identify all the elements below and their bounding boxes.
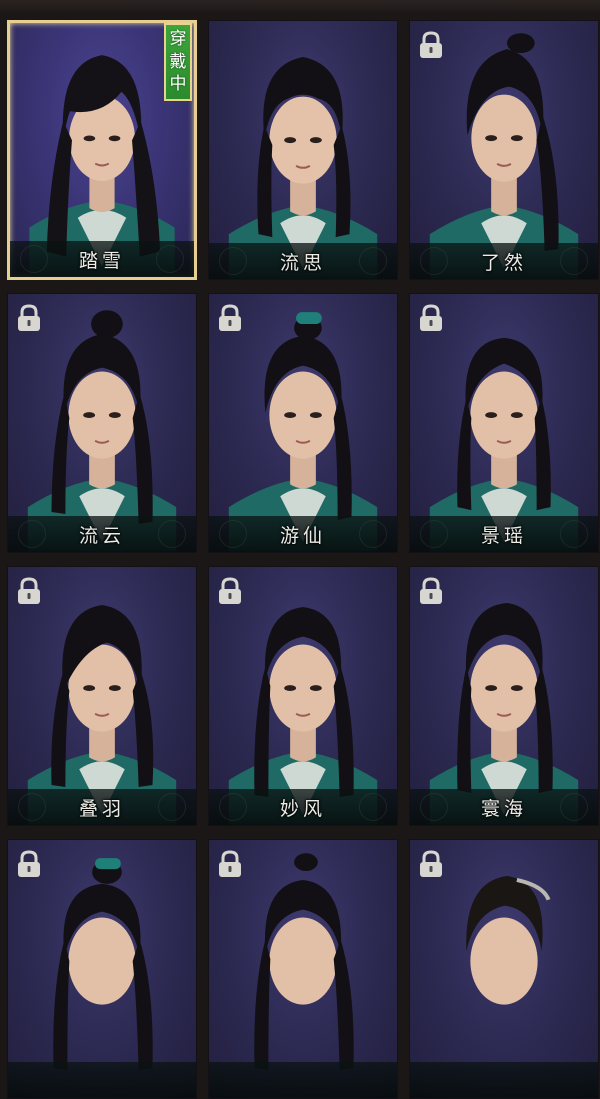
ornament-icon: [560, 247, 588, 275]
lock-icon: [18, 850, 40, 877]
ornament-icon: [20, 245, 48, 273]
lock-icon: [219, 850, 241, 877]
hairstyle-name: 流云: [78, 524, 125, 547]
card-name-bar: 游仙: [209, 516, 397, 552]
portrait-image: [429, 337, 579, 552]
card-name-bar: 妙风: [209, 789, 397, 825]
hairstyle-name: 叠羽: [78, 797, 125, 820]
ornament-icon: [359, 520, 387, 548]
top-frame: [0, 0, 600, 14]
badge-char: 戴: [169, 51, 187, 72]
ornament-icon: [560, 793, 588, 821]
lock-icon: [219, 304, 241, 331]
card-name-bar: 踏雪: [10, 241, 194, 277]
hairstyle-name: 景瑶: [480, 524, 527, 547]
card-name-bar: 寰海: [410, 789, 598, 825]
badge-char: 穿: [169, 28, 187, 49]
hairstyle-card[interactable]: [208, 839, 398, 1099]
card-name-bar: 叠羽: [8, 789, 196, 825]
hairstyle-name: 了然: [480, 251, 527, 274]
hairstyle-card[interactable]: 了然: [409, 20, 599, 280]
hairstyle-card[interactable]: 寰海: [409, 566, 599, 826]
card-name-bar: [209, 1062, 397, 1098]
ornament-icon: [158, 520, 186, 548]
hairstyle-name: 踏雪: [78, 249, 125, 272]
portrait-image: [27, 310, 177, 552]
card-name-bar: 流云: [8, 516, 196, 552]
portrait-image: [429, 33, 579, 279]
lock-icon: [420, 577, 442, 604]
badge-char: 中: [169, 74, 187, 95]
ornament-icon: [219, 520, 247, 548]
card-name-bar: 流思: [209, 243, 397, 279]
lock-icon: [420, 304, 442, 331]
wearing-badge: 穿 戴 中: [164, 23, 192, 101]
ornament-icon: [420, 247, 448, 275]
card-name-bar: [8, 1062, 196, 1098]
lock-icon: [18, 304, 40, 331]
hairstyle-card[interactable]: 游仙: [208, 293, 398, 553]
card-name-bar: [410, 1062, 598, 1098]
portrait-image: [27, 604, 177, 825]
hairstyle-card[interactable]: [7, 839, 197, 1099]
hairstyle-card[interactable]: 穿 戴 中 踏雪: [7, 20, 197, 280]
portrait-image: [466, 875, 551, 1005]
portrait-image: [53, 858, 153, 1070]
ornament-icon: [219, 247, 247, 275]
hairstyle-card[interactable]: 流云: [7, 293, 197, 553]
lock-icon: [420, 31, 442, 58]
card-name-bar: 了然: [410, 243, 598, 279]
ornament-icon: [359, 247, 387, 275]
portrait-image: [228, 312, 378, 552]
ornament-icon: [156, 245, 184, 273]
hairstyle-name: 流思: [279, 251, 326, 274]
portrait-image: [228, 56, 378, 279]
hairstyle-grid: 穿 戴 中 踏雪 流思 了然 流云 游仙 景瑶 叠羽 妙风 寰海: [7, 20, 600, 1099]
hairstyle-card[interactable]: 景瑶: [409, 293, 599, 553]
lock-icon: [18, 577, 40, 604]
hairstyle-card[interactable]: 妙风: [208, 566, 398, 826]
ornament-icon: [158, 793, 186, 821]
ornament-icon: [560, 520, 588, 548]
card-name-bar: 景瑶: [410, 516, 598, 552]
ornament-icon: [219, 793, 247, 821]
hairstyle-card[interactable]: [409, 839, 599, 1099]
lock-icon: [219, 577, 241, 604]
ornament-icon: [420, 793, 448, 821]
hairstyle-card[interactable]: 叠羽: [7, 566, 197, 826]
ornament-icon: [18, 793, 46, 821]
ornament-icon: [420, 520, 448, 548]
hairstyle-card[interactable]: 流思: [208, 20, 398, 280]
portrait-image: [429, 602, 579, 825]
portrait-image: [254, 853, 354, 1070]
portrait-image: [228, 606, 378, 825]
hairstyle-name: 妙风: [279, 797, 326, 820]
lock-icon: [420, 850, 442, 877]
hairstyle-name: 寰海: [480, 797, 527, 820]
hairstyle-name: 游仙: [279, 524, 326, 547]
ornament-icon: [359, 793, 387, 821]
ornament-icon: [18, 520, 46, 548]
